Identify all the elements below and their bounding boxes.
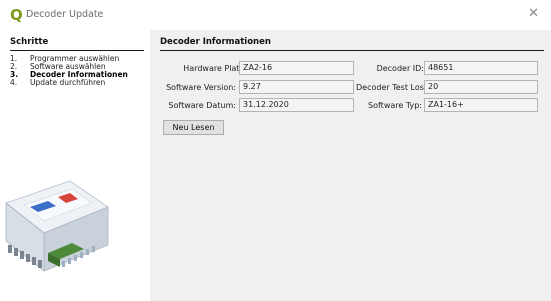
software-datum-label: Software Datum: [168, 101, 236, 110]
panel-title: Decoder Informationen [160, 37, 271, 47]
neu-lesen-button[interactable]: Neu Lesen [163, 120, 224, 135]
software-typ-field[interactable]: ZA1-16+ [424, 98, 538, 112]
step-item: 4. Update durchführen [10, 79, 128, 87]
steps-sidebar: Schritte 1. Programmer auswählen 2. Softwa… [0, 30, 150, 301]
hardware-plattform-field[interactable]: ZA2-16 [239, 61, 354, 75]
divider [10, 50, 144, 51]
decoder-id-label: Decoder ID: [376, 64, 424, 73]
decoder-id-field[interactable]: 48651 [424, 61, 538, 75]
divider [160, 50, 544, 51]
close-icon[interactable]: ✕ [528, 6, 539, 22]
software-datum-field[interactable]: 31.12.2020 [239, 98, 354, 112]
steps-list: 1. Programmer auswählen 2. Software auswäh… [10, 55, 128, 87]
software-version-label: Software Version: [166, 83, 236, 92]
sidebar-title: Schritte [10, 37, 49, 47]
decoder-info-panel: Decoder Informationen Hardware Plattform… [150, 30, 551, 301]
title-bar: Q Decoder Update ✕ [0, 0, 551, 30]
software-typ-label: Software Typ: [368, 101, 422, 110]
decoder-device-image [5, 180, 109, 272]
app-logo-icon: Q [10, 6, 23, 24]
software-version-field[interactable]: 9.27 [239, 80, 354, 94]
decoder-test-los-label: Decoder Test Los: [356, 83, 427, 92]
step-number: 4. [10, 78, 18, 87]
window-title: Decoder Update [26, 9, 104, 20]
step-label: Update durchführen [30, 78, 106, 87]
decoder-test-los-field[interactable]: 20 [424, 80, 538, 94]
